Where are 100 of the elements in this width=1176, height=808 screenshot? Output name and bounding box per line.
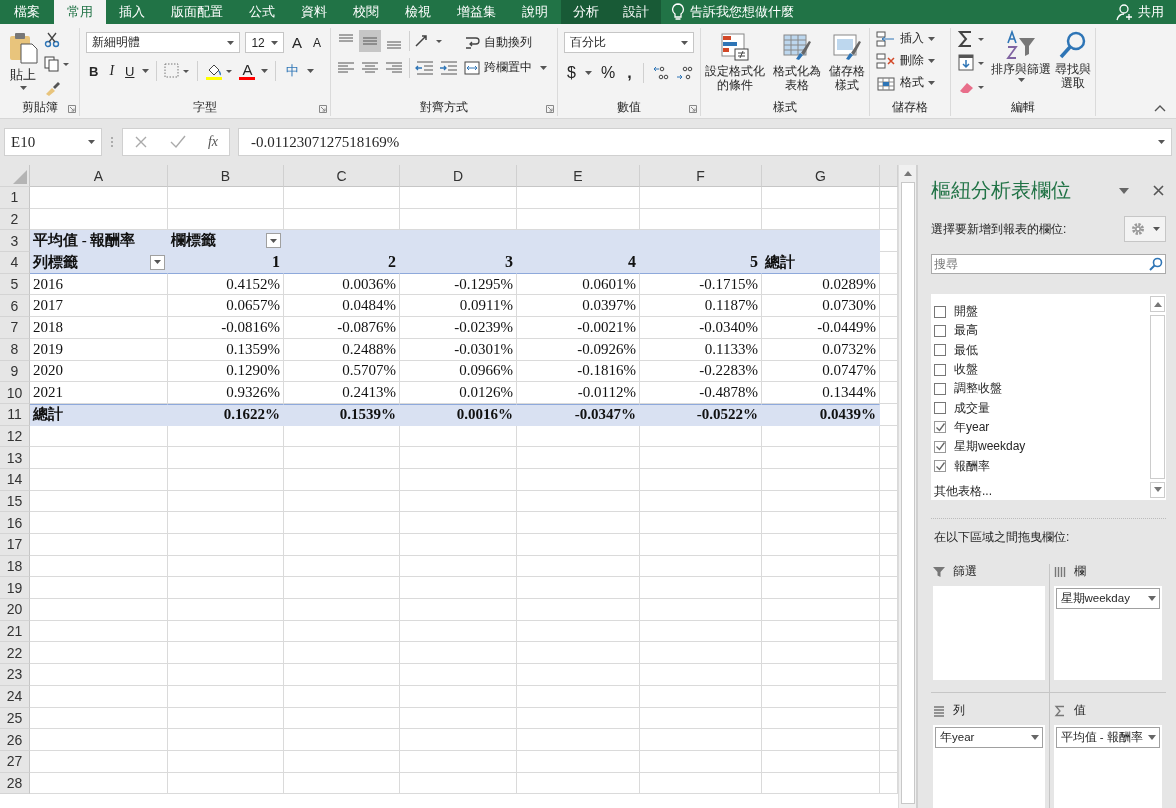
row-header[interactable]: 18 — [0, 555, 30, 578]
field-item[interactable]: 年year — [934, 417, 1149, 438]
style-button[interactable]: 格式化為 表格 — [773, 32, 821, 98]
row-header[interactable]: 21 — [0, 620, 30, 643]
cells-button[interactable]: 刪除 — [876, 52, 946, 69]
ribbon-tab[interactable]: 版面配置 — [158, 0, 236, 24]
field-item[interactable]: 成交量 — [934, 398, 1149, 418]
paste-button[interactable]: 貼上 — [8, 30, 38, 98]
scroll-up-icon[interactable] — [903, 171, 912, 176]
row-header[interactable]: 1 — [0, 187, 30, 209]
shrink-font-button[interactable]: A — [310, 35, 324, 50]
column-header[interactable]: D — [400, 165, 517, 187]
filter-dropdown-button[interactable] — [150, 254, 165, 270]
increase-decimal-icon[interactable] — [651, 64, 670, 82]
increase-indent-icon[interactable] — [438, 58, 460, 78]
field-item[interactable]: 星期weekday — [934, 437, 1149, 457]
field-chip[interactable]: 平均值 - 報酬率 — [1055, 726, 1160, 748]
find-select-button[interactable]: 尋找與 選取 — [1055, 30, 1091, 98]
formula-field[interactable]: -0.0112307127518169% — [238, 128, 1172, 156]
row-header[interactable]: 25 — [0, 707, 30, 730]
share-button[interactable]: 共用 — [1104, 0, 1176, 24]
vertical-scrollbar[interactable] — [898, 165, 916, 808]
list-scrollbar[interactable] — [1149, 294, 1166, 500]
column-header[interactable]: A — [30, 165, 168, 187]
drag-handle-icon[interactable] — [110, 136, 114, 148]
scissors-icon[interactable] — [44, 32, 60, 48]
currency-button[interactable]: $ — [564, 64, 579, 82]
brush-icon[interactable] — [44, 80, 62, 96]
row-header[interactable]: 6 — [0, 295, 30, 318]
borders-icon[interactable] — [164, 63, 191, 79]
ribbon-tab[interactable]: 檢視 — [392, 0, 444, 24]
comma-button[interactable]: , — [624, 64, 635, 82]
wrap-text-button[interactable]: 自動換列 — [464, 34, 547, 51]
check-icon[interactable] — [169, 135, 186, 149]
row-header[interactable]: 23 — [0, 664, 30, 686]
italic-button[interactable]: I — [106, 63, 118, 79]
row-header[interactable]: 14 — [0, 468, 30, 491]
search-field[interactable]: 搜尋 — [931, 254, 1166, 274]
row-header[interactable]: 19 — [0, 577, 30, 600]
caret-icon[interactable] — [1119, 187, 1129, 194]
checkbox[interactable] — [934, 363, 946, 376]
insert-function-button[interactable]: fx — [207, 134, 218, 150]
column-header[interactable]: B — [168, 165, 284, 187]
collapse-ribbon-icon[interactable] — [1154, 104, 1166, 112]
row-header[interactable]: 5 — [0, 273, 30, 296]
field-item[interactable]: 最高 — [934, 321, 1149, 341]
row-header[interactable]: 22 — [0, 642, 30, 665]
dialog-launcher-icon[interactable] — [319, 105, 327, 113]
decrease-indent-icon[interactable] — [414, 58, 436, 78]
decrease-decimal-icon[interactable] — [675, 64, 694, 82]
ribbon-tab[interactable]: 檔案 — [0, 0, 54, 24]
row-header[interactable]: 3 — [0, 230, 30, 253]
row-header[interactable]: 11 — [0, 403, 30, 426]
row-header[interactable]: 12 — [0, 425, 30, 448]
row-header[interactable]: 20 — [0, 599, 30, 621]
ribbon-tab[interactable]: 校閱 — [340, 0, 392, 24]
more-tables-link[interactable]: 其他表格... — [934, 482, 1149, 500]
tell-me-search[interactable]: 告訴我您想做什麼 — [661, 0, 804, 24]
percent-button[interactable]: % — [597, 64, 619, 82]
fill-color-icon[interactable] — [205, 62, 234, 80]
row-header[interactable]: 9 — [0, 360, 30, 383]
field-item[interactable]: 調整收盤 — [934, 379, 1149, 399]
row-header[interactable]: 24 — [0, 685, 30, 708]
font-name-dropdown[interactable]: 新細明體 — [86, 32, 241, 53]
ribbon-tab[interactable]: 公式 — [236, 0, 288, 24]
ribbon-tab[interactable]: 資料 — [288, 0, 340, 24]
checkbox[interactable] — [934, 305, 946, 318]
checkbox[interactable] — [934, 421, 946, 434]
name-box[interactable]: E10 — [4, 128, 102, 156]
dialog-launcher-icon[interactable] — [546, 105, 554, 113]
checkbox[interactable] — [934, 382, 946, 395]
checkbox[interactable] — [934, 440, 946, 453]
checkbox[interactable] — [934, 344, 946, 357]
merge-center-button[interactable]: 跨欄置中 — [464, 59, 547, 76]
row-header[interactable]: 8 — [0, 338, 30, 361]
checkbox[interactable] — [934, 402, 946, 415]
row-header[interactable]: 26 — [0, 729, 30, 751]
caret-icon[interactable] — [142, 69, 150, 73]
row-header[interactable]: 16 — [0, 512, 30, 534]
caret-icon[interactable] — [261, 69, 269, 73]
sort-filter-button[interactable]: 排序與篩選 — [991, 30, 1051, 98]
font-color-button[interactable]: A — [238, 62, 257, 80]
field-item[interactable]: 最低 — [934, 340, 1149, 360]
cells-button[interactable]: 格式 — [876, 74, 946, 91]
phonetic-button[interactable]: 中 — [283, 62, 303, 80]
field-item[interactable]: 開盤 — [934, 302, 1149, 322]
field-chip[interactable]: 年year — [935, 726, 1043, 748]
ribbon-tab[interactable]: 插入 — [106, 0, 158, 24]
grow-font-button[interactable]: A — [288, 34, 305, 51]
checkbox[interactable] — [934, 460, 946, 472]
style-button[interactable]: 儲存格 樣式 — [829, 32, 865, 98]
row-header[interactable]: 17 — [0, 534, 30, 556]
ribbon-tab[interactable]: 常用 — [54, 0, 106, 24]
row-header[interactable]: 28 — [0, 772, 30, 795]
ribbon-tab[interactable]: 說明 — [509, 0, 561, 24]
caret-icon[interactable] — [584, 71, 592, 75]
row-header[interactable]: 13 — [0, 447, 30, 469]
style-button[interactable]: 設定格式化 的條件 — [705, 32, 765, 98]
caret-icon[interactable] — [307, 69, 315, 73]
row-header[interactable]: 2 — [0, 208, 30, 231]
